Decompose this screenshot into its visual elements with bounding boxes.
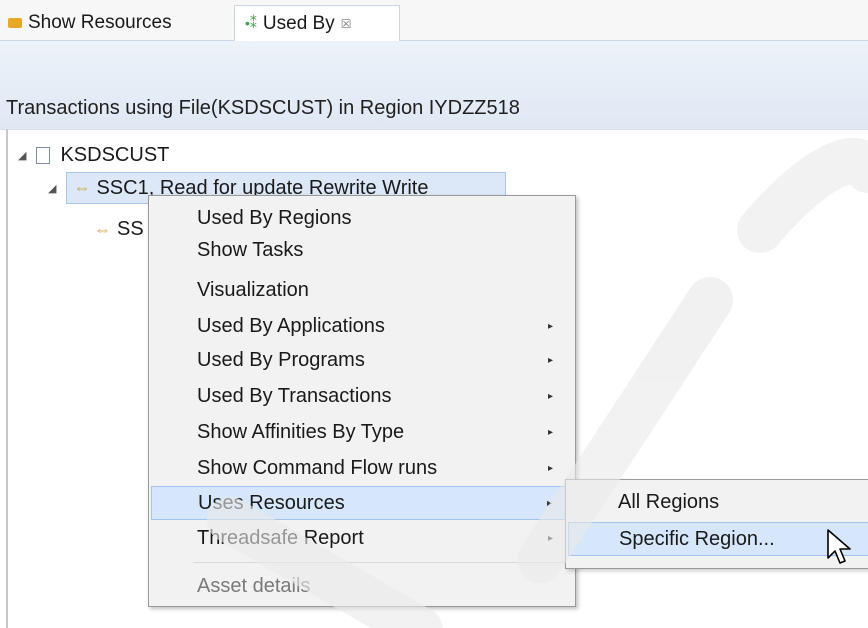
tab-label: Show Resources <box>28 12 172 33</box>
used-by-icon: •⁑ <box>245 15 257 31</box>
file-icon <box>36 147 51 164</box>
submenu-arrow-icon: ▸ <box>547 532 553 544</box>
expand-icon[interactable]: ◢ <box>48 182 56 195</box>
menu-item-used-by-transactions[interactable]: Used By Transactions ▸ <box>151 380 571 412</box>
tree-item-sub[interactable]: ⇔ SS <box>94 218 144 241</box>
menu-item-show-affinities[interactable]: Show Affinities By Type ▸ <box>151 416 571 448</box>
double-arrow-icon: ⇔ <box>73 178 91 197</box>
close-tab-icon[interactable]: ☒ <box>341 17 352 31</box>
submenu-arrow-icon: ▸ <box>546 497 552 509</box>
menu-item-show-command-flow-runs[interactable]: Show Command Flow runs ▸ <box>151 452 571 484</box>
tree-border <box>6 129 8 628</box>
submenu-item-specific-region[interactable]: Specific Region... <box>568 522 868 556</box>
tree-item-label: SS <box>117 218 144 240</box>
submenu-arrow-icon: ▸ <box>547 354 553 366</box>
submenu-arrow-icon: ▸ <box>547 462 553 474</box>
submenu-arrow-icon: ▸ <box>547 320 553 332</box>
tab-show-resources[interactable]: Show Resources <box>0 6 230 40</box>
menu-item-used-by-applications[interactable]: Used By Applications ▸ <box>151 310 571 342</box>
double-arrow-icon: ⇔ <box>94 219 111 239</box>
menu-item-threadsafe-report[interactable]: Threadsafe Report ▸ <box>151 522 571 554</box>
tab-label: Used By <box>262 12 335 34</box>
menu-item-uses-resources[interactable]: Uses Resources ▸ <box>151 486 571 520</box>
editor-tab-bar: Show Resources •⁑ Used By ☒ <box>0 0 868 41</box>
submenu-arrow-icon: ▸ <box>547 390 553 402</box>
menu-item-visualization[interactable]: Visualization <box>151 274 571 306</box>
mouse-cursor-icon <box>827 529 851 564</box>
menu-item-show-tasks[interactable]: Show Tasks <box>151 234 571 266</box>
resource-icon <box>8 18 22 28</box>
menu-item-used-by-programs[interactable]: Used By Programs ▸ <box>151 344 571 376</box>
view-title: Transactions using File(KSDSCUST) in Reg… <box>6 97 520 119</box>
menu-item-used-by-regions[interactable]: Used By Regions <box>151 202 571 234</box>
submenu-arrow-icon: ▸ <box>547 426 553 438</box>
tab-used-by[interactable]: •⁑ Used By ☒ <box>234 5 400 41</box>
tree-item-root[interactable]: ◢ KSDSCUST <box>18 144 169 167</box>
uses-resources-submenu: All Regions Specific Region... <box>565 479 868 569</box>
submenu-item-all-regions[interactable]: All Regions <box>568 486 868 518</box>
menu-item-asset-details: Asset details <box>197 574 311 597</box>
expand-icon[interactable]: ◢ <box>18 149 26 162</box>
menu-separator <box>193 562 569 563</box>
tree-item-label: KSDSCUST <box>60 144 170 166</box>
context-menu: Used By Regions Show Tasks Visualization… <box>148 195 576 607</box>
